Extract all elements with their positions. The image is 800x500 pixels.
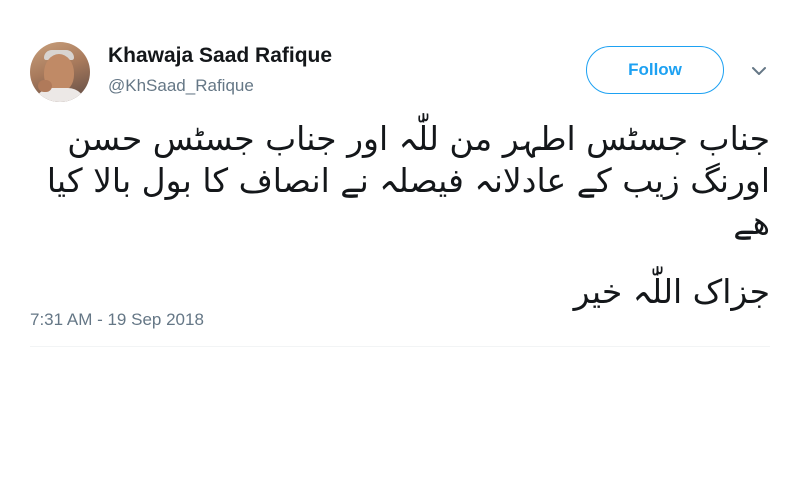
author-avatar[interactable] (30, 42, 90, 102)
tweet-text-paragraph-1: جناب جسٹس اطہر من للّٰہ اور جناب جسٹس حس… (46, 119, 770, 243)
chevron-down-icon[interactable] (748, 62, 770, 80)
follow-button[interactable]: Follow (586, 46, 724, 94)
author-handle[interactable]: @KhSaad_Rafique (108, 76, 254, 96)
tweet-text-paragraph-2: جزاک اللّٰہ خیر (573, 271, 770, 311)
chevron-down-icon-glyph (752, 67, 766, 75)
divider (30, 346, 770, 347)
author-display-name[interactable]: Khawaja Saad Rafique (108, 44, 332, 68)
tweet-text: جناب جسٹس اطہر من للّٰہ اور جناب جسٹس حس… (40, 118, 770, 313)
tweet-timestamp[interactable]: 7:31 AM - 19 Sep 2018 (30, 310, 204, 330)
avatar-hand (38, 80, 52, 92)
